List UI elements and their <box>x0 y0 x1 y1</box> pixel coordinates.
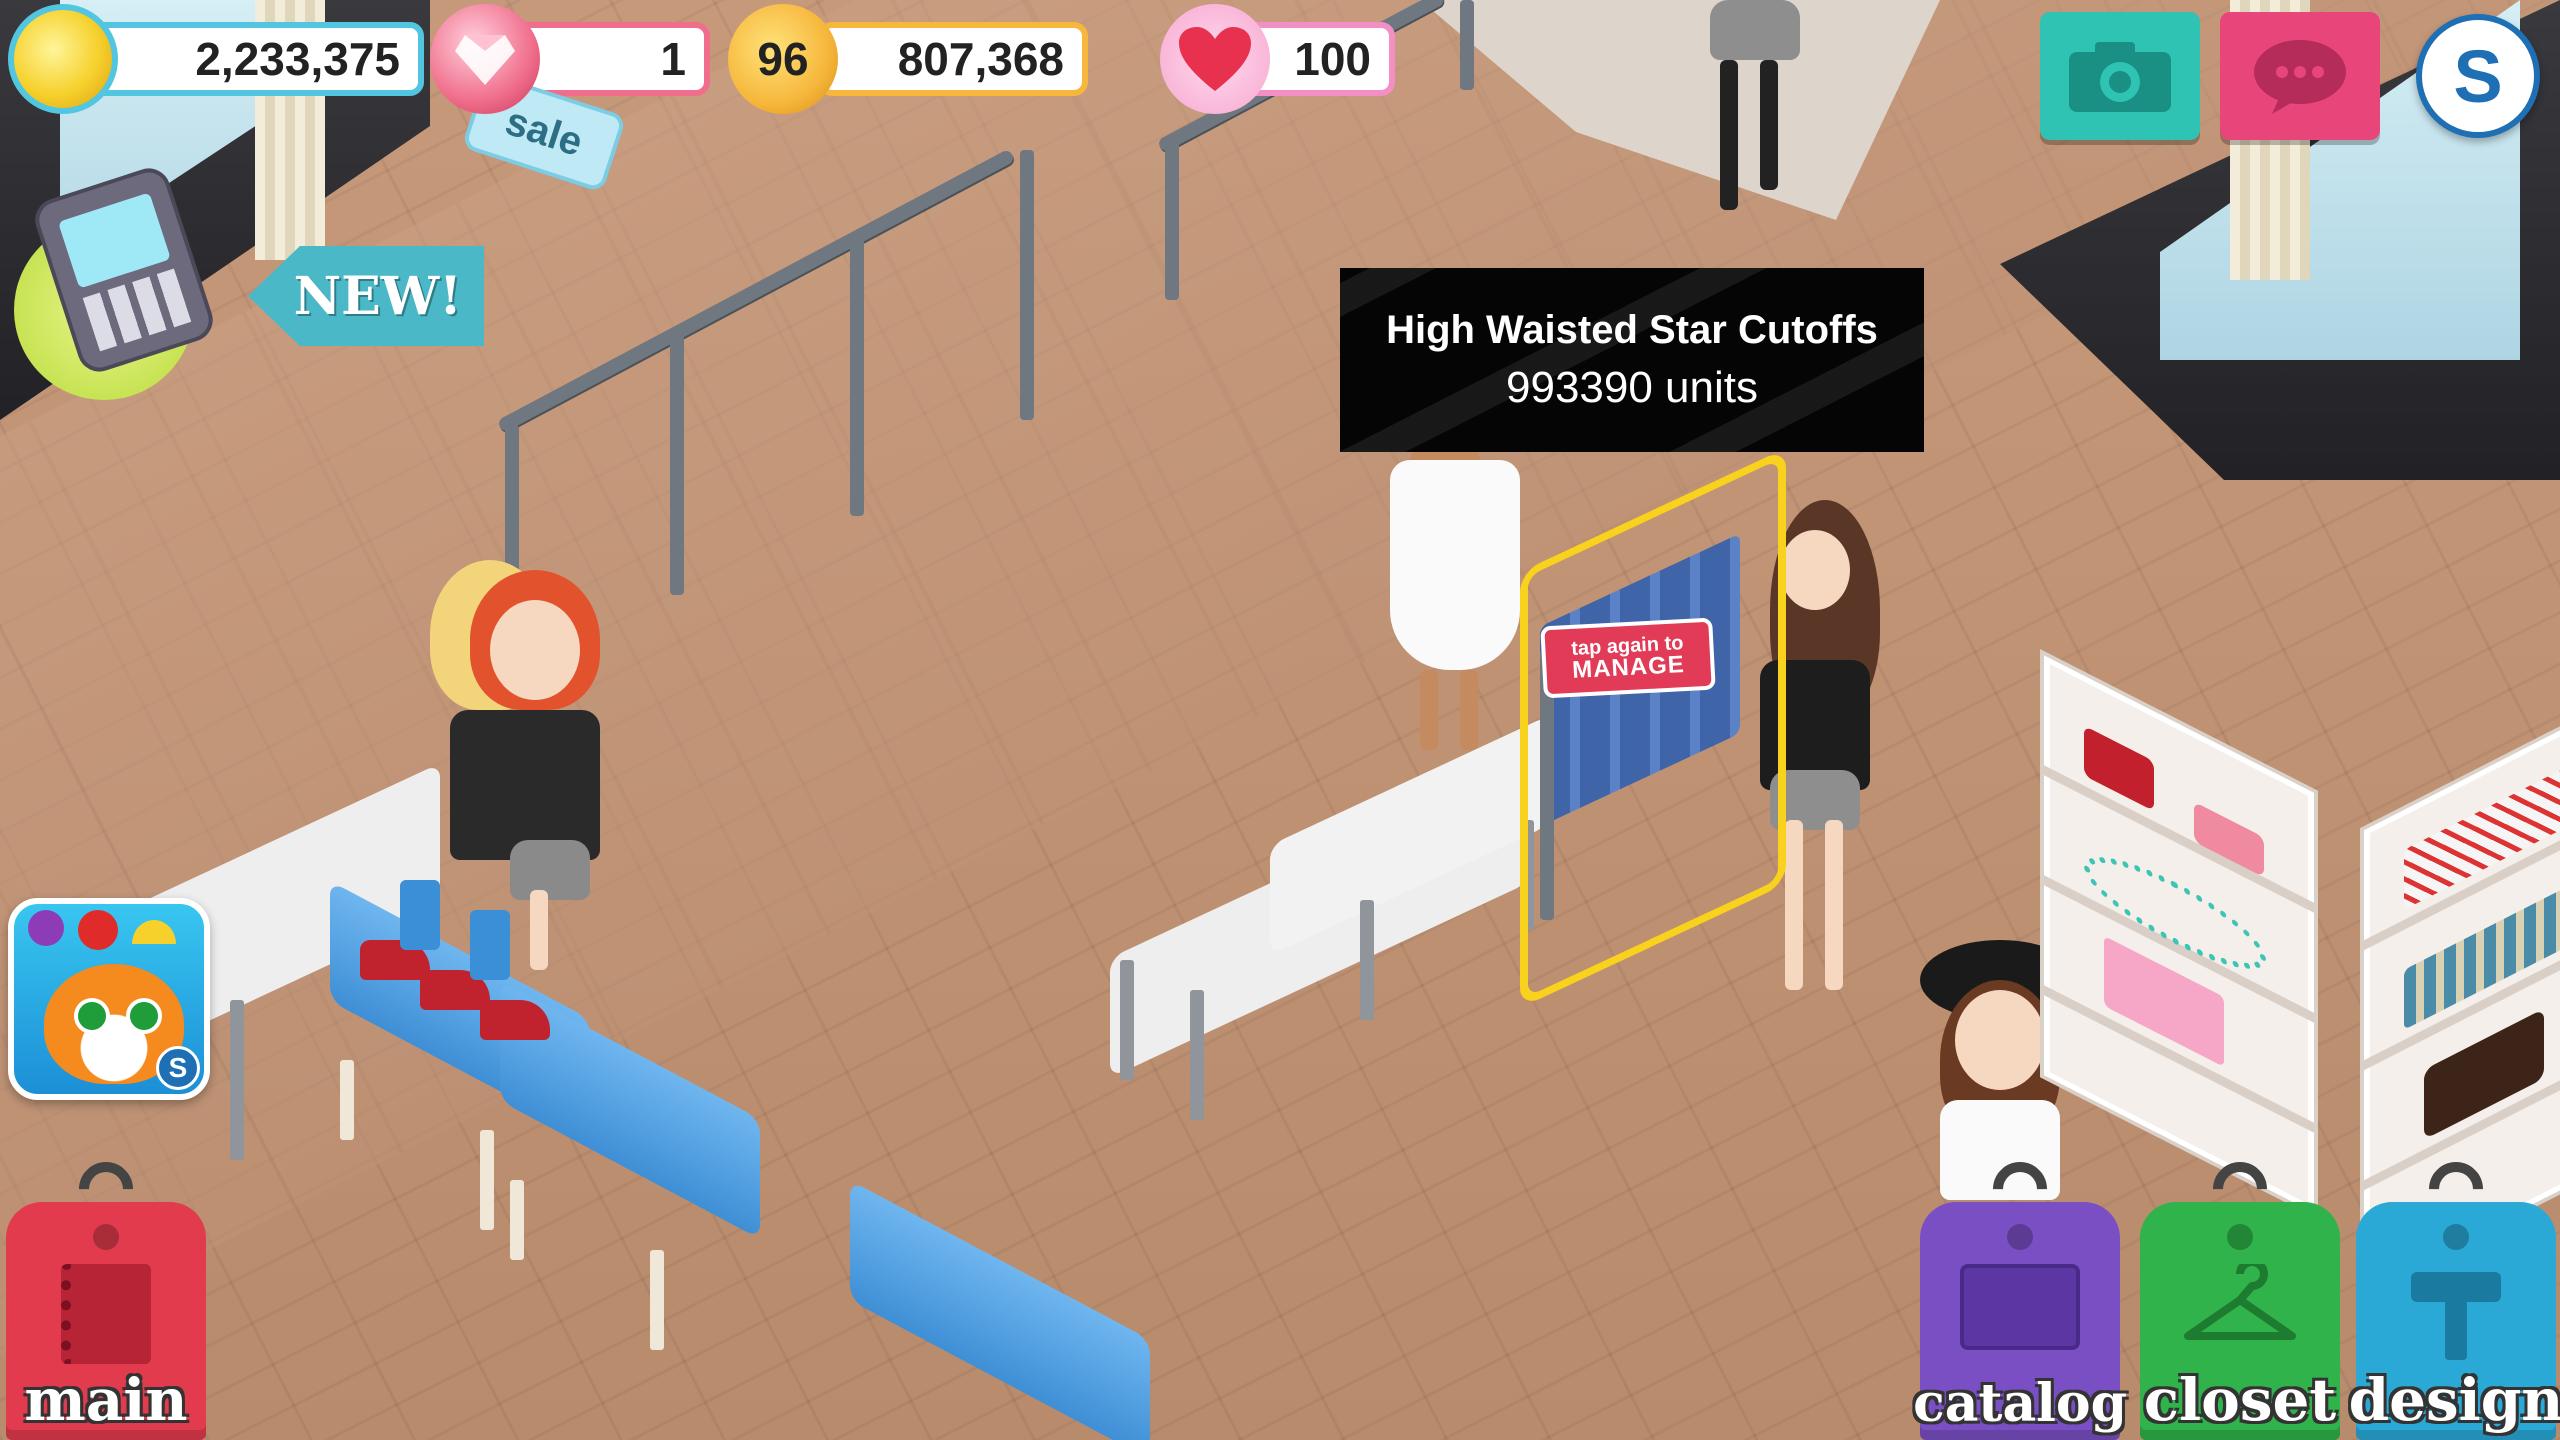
level-value: 96 <box>757 33 809 85</box>
skirt <box>510 840 590 900</box>
promo-game-icon[interactable]: S <box>8 898 210 1100</box>
heart-shape-icon <box>1179 27 1251 91</box>
design-label: design <box>2348 1366 2560 1434</box>
xp-value: 807,368 <box>818 22 1088 96</box>
bench-leg <box>480 1130 494 1230</box>
shopper-back-room[interactable] <box>1700 0 1810 220</box>
open-book-icon <box>1960 1264 2080 1350</box>
bench-leg <box>510 1180 524 1260</box>
rack-post <box>1165 140 1179 300</box>
item-info-tooltip: High Waisted Star Cutoffs 993390 units <box>1340 268 1924 452</box>
catalog-button[interactable]: catalog <box>1913 1202 2127 1440</box>
item-units: 993390 units <box>1506 362 1758 412</box>
tag-hole <box>2007 1224 2033 1250</box>
rack-post <box>1020 150 1034 420</box>
hanger-icon <box>2184 1264 2296 1340</box>
coin-icon <box>8 4 118 114</box>
level-star-badge: 96 <box>728 4 838 114</box>
diamond-icon <box>455 35 515 85</box>
store-button[interactable]: S <box>2416 14 2540 138</box>
rack-post <box>1460 0 1474 90</box>
promo-badge: S <box>156 1046 200 1090</box>
camera-icon <box>2069 42 2171 112</box>
xp-counter[interactable]: 96 807,368 <box>728 4 1088 114</box>
phone-button[interactable] <box>14 162 224 400</box>
heart-icon <box>1160 4 1270 114</box>
shorts <box>1710 0 1800 60</box>
gem-icon <box>430 4 540 114</box>
design-button[interactable]: design <box>2349 1202 2560 1440</box>
chat-bubble-icon <box>2254 40 2346 114</box>
grape-icon <box>28 910 64 946</box>
tiger-eye <box>74 998 110 1034</box>
chat-button[interactable] <box>2220 12 2380 140</box>
notebook-icon <box>61 1264 151 1364</box>
manage-label: MANAGE <box>1571 651 1686 684</box>
star-cutoffs-rack[interactable] <box>1510 447 1790 1009</box>
leg <box>1420 670 1438 750</box>
head <box>1955 990 2045 1090</box>
boot <box>480 1000 550 1040</box>
main-label: main <box>24 1366 188 1434</box>
table-leg <box>1190 990 1204 1120</box>
torso <box>450 710 600 860</box>
rack-post <box>670 335 684 595</box>
hammer-icon <box>2411 1272 2501 1360</box>
table-leg <box>230 1000 244 1160</box>
tap-to-manage-sign[interactable]: tap again to MANAGE <box>1540 617 1716 699</box>
tag-hole <box>93 1224 119 1250</box>
head <box>1780 530 1850 610</box>
gems-counter[interactable]: 1 <box>430 4 710 114</box>
catalog-label: catalog <box>1913 1373 2127 1434</box>
leg <box>530 890 548 970</box>
rack-post <box>850 236 864 516</box>
coins-counter[interactable]: 2,233,375 <box>8 4 424 114</box>
item-name: High Waisted Star Cutoffs <box>1386 307 1878 352</box>
camera-button[interactable] <box>2040 12 2200 140</box>
closet-button[interactable]: closet <box>2140 1202 2340 1440</box>
closet-label: closet <box>2143 1366 2337 1434</box>
boot <box>1720 60 1738 210</box>
tag-hole <box>2443 1224 2469 1250</box>
banana-icon <box>132 920 176 944</box>
shopper-redhead[interactable] <box>420 560 640 980</box>
leg <box>1460 670 1478 750</box>
leg <box>1825 820 1843 990</box>
dress <box>1390 460 1520 670</box>
energy-counter[interactable]: 100 <box>1160 4 1395 114</box>
main-menu-button[interactable]: main <box>6 1202 206 1440</box>
apple-icon <box>78 910 118 950</box>
table-leg <box>1360 900 1374 1020</box>
boot <box>1760 60 1778 190</box>
bench-leg <box>650 1250 664 1350</box>
fruit-icons <box>28 910 198 950</box>
head <box>490 600 580 700</box>
tiger-eye <box>126 998 162 1034</box>
table-leg <box>1120 960 1134 1080</box>
tag-hole <box>2227 1224 2253 1250</box>
bench-leg <box>340 1060 354 1140</box>
